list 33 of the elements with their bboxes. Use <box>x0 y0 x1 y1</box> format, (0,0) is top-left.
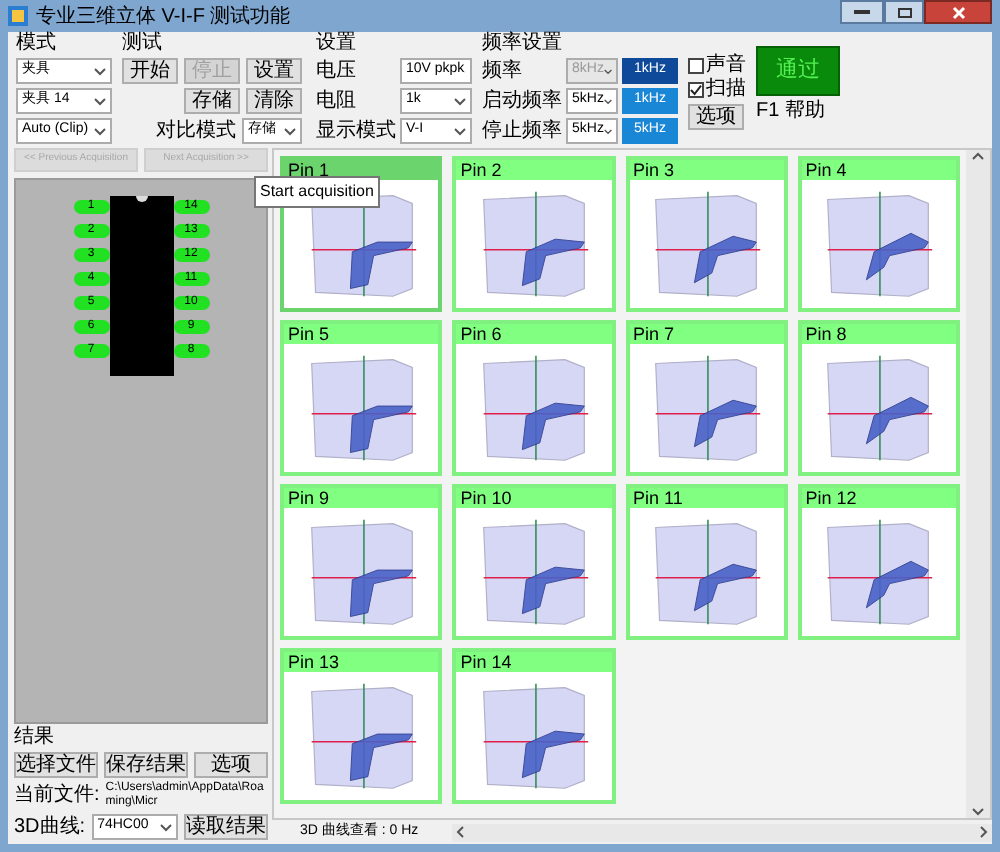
pin-header: Pin 5 <box>284 324 439 344</box>
pin-header: Pin 8 <box>801 324 956 344</box>
pin-header: Pin 9 <box>284 488 439 508</box>
group-label: 结果 <box>14 728 56 748</box>
group-label: 测试 <box>122 34 164 54</box>
window-title: 专业三维立体 V-I-F 测试功能 <box>36 3 291 31</box>
pin-header: Pin 6 <box>456 324 611 344</box>
field-label: 显示模式 <box>316 121 396 141</box>
field-label: 3D曲线: <box>14 817 86 837</box>
group-label: 设置 <box>316 34 358 54</box>
field-label: 电压 <box>316 61 356 81</box>
pin-header: Pin 12 <box>801 488 956 508</box>
group-label: 频率设置 <box>482 34 564 54</box>
help-text: F1 帮助 <box>756 102 825 122</box>
checkbox-label: 扫描 <box>706 80 746 100</box>
pin-header: Pin 7 <box>629 324 784 344</box>
pin-header: Pin 10 <box>456 488 611 508</box>
pin-header: Pin 4 <box>801 160 956 180</box>
field-label: 启动频率 <box>482 91 562 111</box>
pin-header: Pin 14 <box>456 652 611 672</box>
pin-header: Pin 11 <box>629 488 784 508</box>
group-label: 模式 <box>16 34 58 54</box>
field-label: 停止频率 <box>482 121 562 141</box>
field-label: 电阻 <box>316 91 356 111</box>
pass-indicator: 通过 <box>756 46 840 96</box>
field-label: 对比模式 <box>156 121 236 141</box>
field-label: 当前文件: <box>14 786 100 806</box>
checkbox-label: 声音 <box>706 56 746 76</box>
field-label: 频率 <box>482 61 522 81</box>
tooltip: Start acquisition <box>254 176 380 208</box>
pin-header: Pin 2 <box>456 160 611 180</box>
pin-header: Pin 13 <box>284 652 439 672</box>
pin-header: Pin 3 <box>629 160 784 180</box>
